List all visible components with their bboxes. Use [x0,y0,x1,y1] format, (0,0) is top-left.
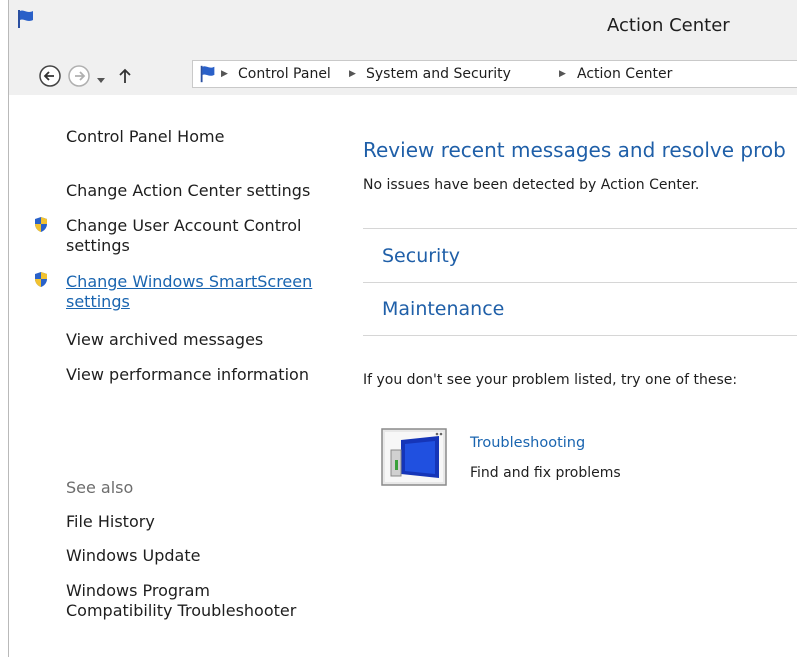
troubleshooting-description: Find and fix problems [470,465,621,481]
breadcrumb-control-panel[interactable]: Control Panel [238,66,331,82]
divider [363,282,797,283]
status-message: No issues have been detected by Action C… [363,177,700,193]
forward-icon[interactable] [66,63,92,93]
dropdown-icon[interactable] [95,71,107,90]
address-bar[interactable]: ▶ Control Panel ▶ System and Security ▶ … [192,60,797,88]
sidebar-item-archived-messages[interactable]: View archived messages [66,330,263,350]
sidebar-item-label: settings [66,236,130,255]
sidebar-item-uac-settings[interactable]: Change User Account Control settings [66,216,301,256]
divider [363,228,797,229]
action-center-window: Action Center ▶ Control Panel ▶ System a… [8,0,797,657]
sidebar-item-windows-update[interactable]: Windows Update [66,546,200,566]
sidebar-item-compatibility-troubleshooter[interactable]: Windows Program Compatibility Troublesho… [66,581,296,621]
up-icon[interactable] [115,66,135,90]
sidebar-item-label: settings [66,292,130,311]
breadcrumb-separator[interactable]: ▶ [349,69,356,79]
see-also-heading: See also [66,478,134,497]
breadcrumb-system-security[interactable]: System and Security [366,66,511,82]
sidebar-item-label: Change Windows SmartScreen [66,272,313,291]
page-title: Review recent messages and resolve prob [363,138,786,162]
navigation-bar: ▶ Control Panel ▶ System and Security ▶ … [9,57,797,95]
window-title: Action Center [607,15,730,36]
flag-icon [15,8,37,34]
troubleshoot-prompt: If you don't see your problem listed, tr… [363,372,738,388]
breadcrumb-separator[interactable]: ▶ [221,69,228,79]
breadcrumb-action-center[interactable]: Action Center [577,66,672,82]
shield-icon [33,216,49,237]
sidebar-item-performance-info[interactable]: View performance information [66,365,309,385]
sidebar-item-label: Windows Program [66,581,211,600]
sidebar-item-action-center-settings[interactable]: Change Action Center settings [66,181,310,201]
breadcrumb-separator[interactable]: ▶ [559,69,566,79]
back-icon[interactable] [37,63,63,93]
shield-icon [33,271,49,292]
troubleshooting-icon[interactable] [381,428,447,490]
section-maintenance[interactable]: Maintenance [382,298,504,320]
divider [363,335,797,336]
sidebar-item-label: Compatibility Troubleshooter [66,601,297,620]
sidebar-item-label: Change User Account Control [66,216,302,235]
section-security[interactable]: Security [382,245,460,267]
flag-icon [198,64,218,88]
sidebar-item-file-history[interactable]: File History [66,512,155,532]
troubleshooting-link[interactable]: Troubleshooting [470,435,585,451]
sidebar-item-smartscreen-settings[interactable]: Change Windows SmartScreen settings [66,272,312,312]
sidebar-item-home[interactable]: Control Panel Home [66,127,224,147]
title-bar: Action Center [9,0,797,57]
